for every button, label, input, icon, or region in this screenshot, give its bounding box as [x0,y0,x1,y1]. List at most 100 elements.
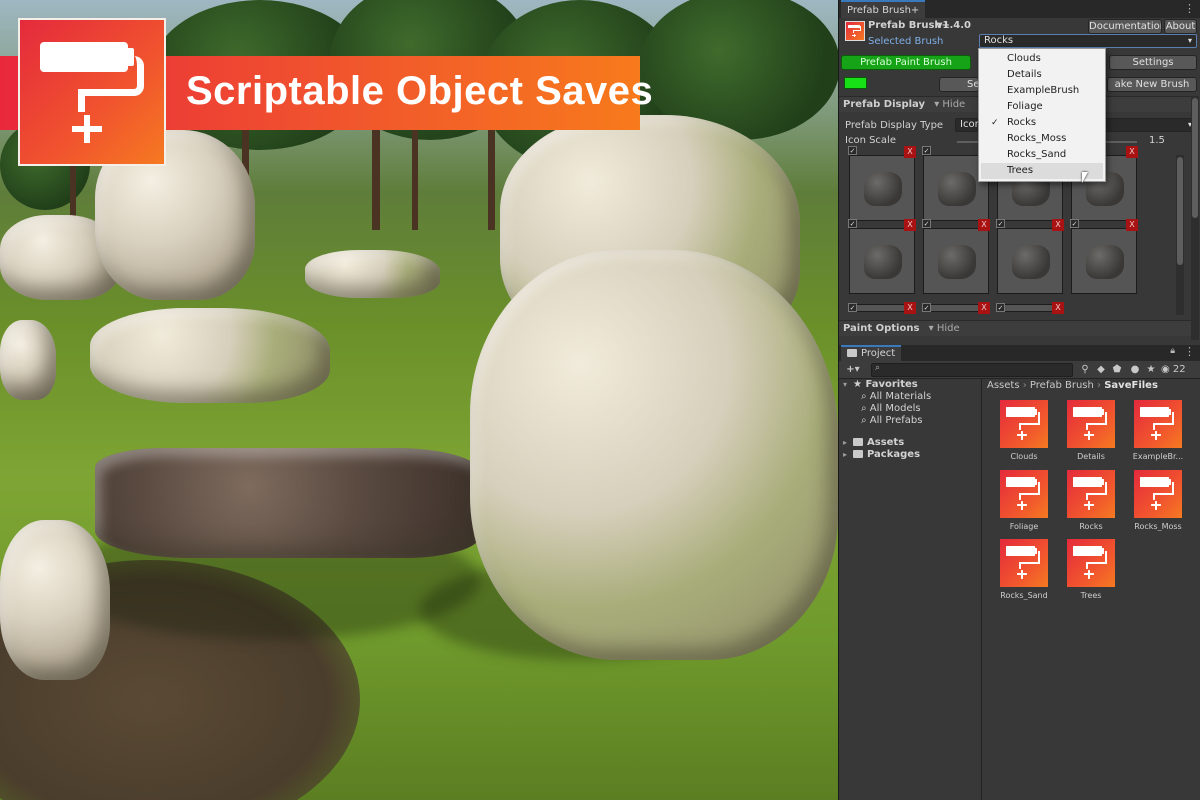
icon-scale-value[interactable]: 1.5 [1149,135,1165,146]
expand-arrow-icon: ▸ [843,450,848,459]
dropdown-option[interactable]: Clouds [981,51,1103,67]
breadcrumb-item[interactable]: SaveFiles [1104,380,1158,391]
slot-enabled-checkbox[interactable]: ✓ [848,303,857,312]
prefab-slot[interactable]: ✓ X [996,302,1064,314]
about-button[interactable]: About [1164,19,1197,34]
slot-enabled-checkbox[interactable]: ✓ [996,303,1005,312]
expand-arrow-icon: ▾ [843,380,848,389]
prefab-slot[interactable]: ✓ X [848,219,916,294]
rock-thumbnail [938,172,976,206]
remove-slot-button[interactable]: X [1052,302,1064,314]
remove-slot-button[interactable]: X [904,302,916,314]
slot-enabled-checkbox[interactable]: ✓ [996,219,1005,228]
prefab-paint-brush-button[interactable]: Prefab Paint Brush [841,55,971,70]
prefab-slot[interactable]: ✓ X [1070,219,1138,294]
remove-slot-button[interactable]: X [904,146,916,158]
dropdown-option[interactable]: Foliage [981,99,1103,115]
breadcrumb-item[interactable]: Prefab Brush [1030,380,1094,391]
remove-slot-button[interactable]: X [1052,219,1064,231]
more-options-icon[interactable]: ⋮ [1184,2,1195,15]
rock-thumbnail [1012,245,1050,279]
assets-folder[interactable]: ▸ Assets [843,437,904,448]
hide-toggle[interactable]: ▾ Hide [934,99,965,110]
prefab-slot[interactable]: ✓ X [848,146,916,221]
slot-enabled-checkbox[interactable]: ✓ [922,303,931,312]
folder-icon [853,438,863,446]
slot-enabled-checkbox[interactable]: ✓ [922,146,931,155]
info-icon[interactable]: ● [1129,364,1141,376]
asset-file[interactable]: Details [1059,400,1123,461]
chevron-down-icon: ▾ [1187,36,1192,45]
prefab-slot[interactable]: ✓ X [996,219,1064,294]
asset-file[interactable]: Rocks_Moss [1126,470,1190,531]
hidden-count: 22 [1172,364,1186,375]
slot-enabled-checkbox[interactable]: ✓ [848,219,857,228]
asset-file[interactable]: Rocks [1059,470,1123,531]
slot-enabled-checkbox[interactable]: ✓ [922,219,931,228]
asset-file[interactable]: Clouds [992,400,1056,461]
asset-file[interactable]: ExampleBr... [1126,400,1190,461]
remove-slot-button[interactable]: X [978,302,990,314]
inspector-scrollbar[interactable] [1191,96,1199,340]
slots-scrollbar[interactable] [1176,155,1184,315]
more-options-icon[interactable]: ⋮ [1184,345,1195,358]
section-title: Prefab Display [843,99,926,110]
favorite-item[interactable]: ⌕ All Models [861,403,921,414]
dropdown-option-selected[interactable]: ✓ Rocks [981,115,1103,131]
prefab-brush-file-icon [1134,470,1182,518]
breadcrumb-item[interactable]: Assets [987,380,1020,391]
search-by-type-icon[interactable]: ⚲ [1079,364,1091,376]
remove-slot-button[interactable]: X [1126,219,1138,231]
search-input[interactable]: ⌕ [871,363,1073,377]
settings-button[interactable]: Settings [1109,55,1197,70]
selected-brush-select[interactable]: Rocks ▾ [979,34,1197,48]
favorite-item[interactable]: ⌕ All Materials [861,391,931,402]
prefab-brush-file-icon [1067,400,1115,448]
paint-options-section[interactable]: Paint Options ▾ Hide [839,320,1191,336]
tab-project[interactable]: Project [841,345,902,361]
make-new-brush-button[interactable]: ake New Brush [1107,77,1197,92]
favorite-star-icon[interactable]: ★ [1145,364,1157,376]
tool-tabbar: Prefab Brush+ ⋮ [839,0,1200,18]
project-tree: ▾ ★ Favorites ⌕ All Materials ⌕ All Model… [839,379,982,800]
documentation-button[interactable]: Documentation [1088,19,1162,34]
prefab-brush-file-icon [1000,470,1048,518]
eye-icon: ◉ [1161,364,1170,375]
dropdown-option[interactable]: Details [981,67,1103,83]
rock [305,250,440,298]
tab-prefab-brush[interactable]: Prefab Brush+ [841,0,926,18]
filter-icon[interactable]: ◆ [1095,364,1107,376]
rock-thumbnail [864,172,902,206]
asset-file[interactable]: Rocks_Sand [992,539,1056,600]
expand-arrow-icon: ▸ [843,438,848,447]
remove-slot-button[interactable]: X [904,219,916,231]
favorites-row[interactable]: ▾ ★ Favorites [843,379,918,390]
rock [0,320,56,400]
prefab-slot[interactable]: ✓ X [922,219,990,294]
add-asset-button[interactable]: +▾ [843,364,863,376]
dropdown-option[interactable]: ExampleBrush [981,83,1103,99]
hide-toggle[interactable]: ▾ Hide [929,323,960,334]
prefab-slot[interactable]: ✓ X [922,302,990,314]
asset-file[interactable]: Trees [1059,539,1123,600]
project-toolbar: +▾ ⌕ ⚲ ◆ ⬟ ● ★ ◉ 22 [839,361,1200,379]
favorite-item[interactable]: ⌕ All Prefabs [861,415,922,426]
packages-folder[interactable]: ▸ Packages [843,449,920,460]
lock-icon[interactable]: 🔒︎ [1170,346,1175,356]
slot-enabled-checkbox[interactable]: ✓ [848,146,857,155]
slot-enabled-checkbox[interactable]: ✓ [1070,219,1079,228]
dropdown-option[interactable]: Rocks_Moss [981,131,1103,147]
select-button[interactable]: Sel [939,77,979,92]
asset-file[interactable]: Foliage [992,470,1056,531]
hidden-packages-toggle[interactable]: ◉ 22 [1161,364,1197,376]
remove-slot-button[interactable]: X [1126,146,1138,158]
folder-icon [847,349,857,357]
dropdown-option[interactable]: Rocks_Sand [981,147,1103,163]
prefab-slot[interactable]: ✓ X [848,302,916,314]
display-type-label: Prefab Display Type [845,120,944,131]
rock [90,308,330,403]
remove-slot-button[interactable]: X [978,219,990,231]
selected-brush-value: Rocks [984,35,1014,46]
project-tabbar: Project 🔒︎ ⋮ [839,345,1200,361]
label-filter-icon[interactable]: ⬟ [1111,364,1123,376]
